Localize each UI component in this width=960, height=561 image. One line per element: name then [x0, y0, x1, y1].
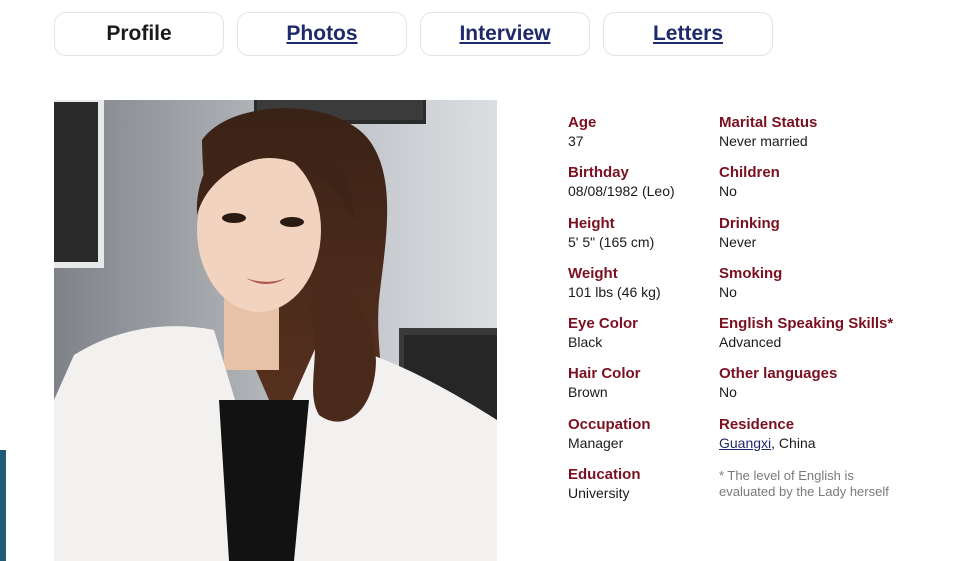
- field-value: Guangxi, China: [719, 434, 959, 453]
- residence-country: , China: [771, 434, 816, 451]
- field-value: No: [719, 283, 737, 300]
- tab-profile[interactable]: Profile: [54, 12, 224, 56]
- field-label: English Speaking Skills*: [719, 315, 894, 333]
- profile-photo-image: [54, 100, 497, 561]
- field-value: Never married: [719, 133, 808, 149]
- field-value: Advanced: [719, 334, 782, 351]
- field-value: No: [719, 183, 737, 200]
- field-english-skills: English Speaking Skills* Advanced: [719, 315, 959, 365]
- field-label: Drinking: [719, 214, 780, 232]
- english-level-footnote: * The level of English is evaluated by t…: [719, 468, 889, 500]
- field-smoking: Smoking No: [719, 265, 959, 315]
- field-residence: Residence Guangxi, China: [719, 416, 959, 466]
- field-label: Other languages: [719, 365, 838, 383]
- field-label: Residence: [719, 415, 795, 433]
- profile-photo[interactable]: [54, 100, 497, 561]
- tab-photos[interactable]: Photos: [237, 12, 407, 56]
- field-children: Children No: [719, 164, 959, 214]
- field-label: Marital Status: [719, 114, 818, 131]
- field-marital-status: Marital Status Never married: [719, 114, 959, 164]
- details-right-column: Marital Status Never married Children No…: [719, 114, 959, 500]
- field-value: Never: [719, 233, 757, 250]
- residence-city-link[interactable]: Guangxi: [719, 435, 771, 451]
- field-label: Smoking: [719, 264, 783, 282]
- field-label: Children: [719, 164, 780, 182]
- field-value: No: [719, 384, 737, 401]
- side-accent-bar: [0, 450, 6, 561]
- field-other-languages: Other languages No: [719, 365, 959, 415]
- field-drinking: Drinking Never: [719, 215, 959, 265]
- tab-letters[interactable]: Letters: [603, 12, 773, 56]
- tab-interview[interactable]: Interview: [420, 12, 590, 56]
